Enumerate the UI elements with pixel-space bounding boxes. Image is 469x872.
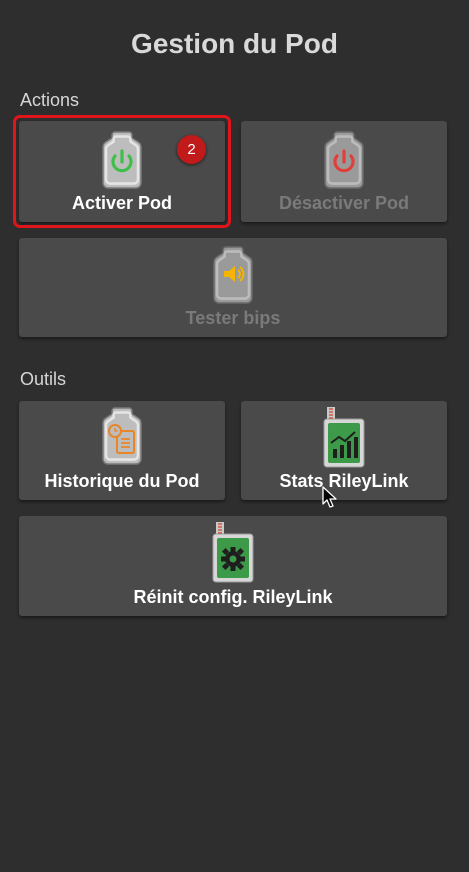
reset-rileylink-config-button[interactable]: Réinit config. RileyLink [19,516,447,616]
pod-speaker-icon [208,244,258,311]
step-badge: 2 [177,135,206,164]
pod-power-red-icon [319,129,369,196]
section-outils-label: Outils [20,369,67,389]
section-actions-label: Actions [20,90,80,110]
rileylink-stats-button[interactable]: Stats RileyLink [241,401,447,500]
test-beeps-label: Tester bips [185,308,281,328]
deactivate-pod-button[interactable]: Désactiver Pod [241,121,447,222]
rileylink-stats-icon [321,405,367,474]
page-title: Gestion du Pod [131,28,338,59]
pod-history-button[interactable]: Historique du Pod [19,401,225,500]
mouse-cursor-icon [322,486,338,515]
rileylink-gear-icon [210,520,256,589]
reset-rileylink-config-label: Réinit config. RileyLink [133,587,333,607]
test-beeps-button[interactable]: Tester bips [19,238,447,337]
pod-history-icon [97,405,147,472]
highlight-frame [13,115,231,228]
rileylink-stats-label: Stats RileyLink [279,471,409,491]
pod-history-label: Historique du Pod [44,471,200,491]
deactivate-pod-label: Désactiver Pod [278,193,410,213]
